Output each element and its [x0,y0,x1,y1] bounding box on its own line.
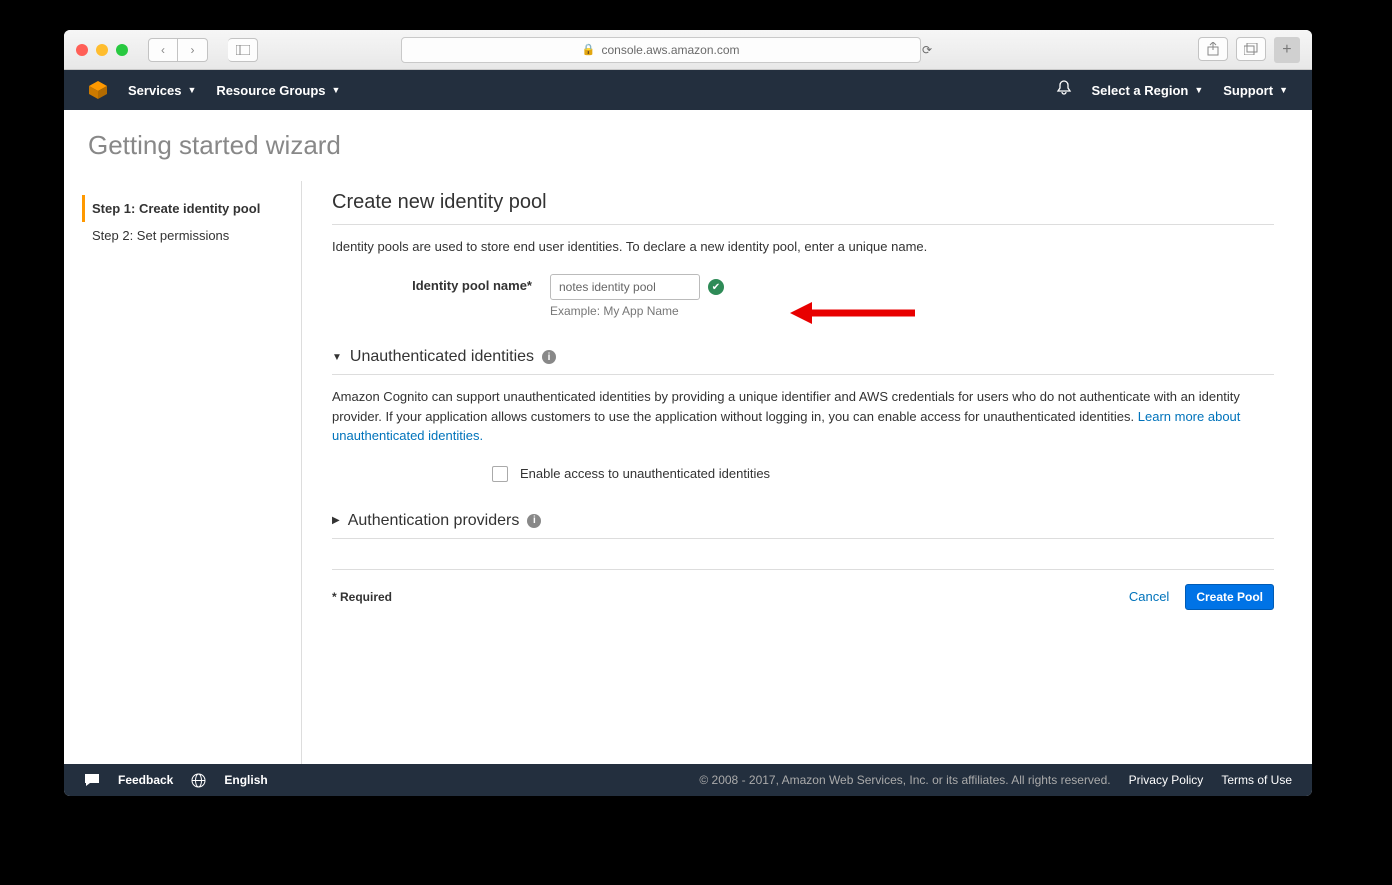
sidebar-toggle-button[interactable] [228,38,258,62]
aws-logo-icon[interactable] [88,80,108,100]
resource-groups-menu[interactable]: Resource Groups ▼ [216,83,340,98]
wizard-step-1[interactable]: Step 1: Create identity pool [82,195,301,222]
pool-name-input[interactable] [550,274,700,300]
browser-titlebar: ‹ › 🔒 console.aws.amazon.com ⟳ + [64,30,1312,70]
caret-down-icon: ▼ [1279,85,1288,95]
unauthenticated-header[interactable]: ▼ Unauthenticated identities i [332,348,1274,366]
caret-down-icon: ▼ [332,85,341,95]
globe-icon [191,773,206,788]
aws-topnav: Services ▼ Resource Groups ▼ Select a Re… [64,70,1312,110]
pool-name-example: Example: My App Name [550,304,1274,318]
auth-providers-header[interactable]: ▶ Authentication providers i [332,512,1274,530]
nav-buttons: ‹ › [148,38,208,62]
pool-name-label: Identity pool name* [332,274,532,293]
unauthenticated-section: ▼ Unauthenticated identities i Amazon Co… [332,348,1274,482]
unauthenticated-title: Unauthenticated identities [350,348,534,366]
terms-link[interactable]: Terms of Use [1221,773,1292,787]
minimize-window-button[interactable] [96,44,108,56]
back-button[interactable]: ‹ [148,38,178,62]
page-body: Step 1: Create identity pool Step 2: Set… [64,181,1312,764]
tabs-button[interactable] [1236,37,1266,61]
reload-icon[interactable]: ⟳ [922,43,932,57]
speech-bubble-icon [84,773,100,787]
divider [332,224,1274,225]
language-selector[interactable]: English [224,773,267,787]
cancel-button[interactable]: Cancel [1129,589,1169,604]
maximize-window-button[interactable] [116,44,128,56]
close-window-button[interactable] [76,44,88,56]
lock-icon: 🔒 [582,43,596,56]
share-button[interactable] [1198,37,1228,61]
support-label: Support [1223,83,1273,98]
titlebar-right: + [1198,37,1300,63]
support-menu[interactable]: Support ▼ [1223,83,1288,98]
auth-providers-title: Authentication providers [348,512,520,530]
caret-down-icon: ▼ [1194,85,1203,95]
action-row: * Required Cancel Create Pool [332,569,1274,610]
main-panel: Create new identity pool Identity pools … [302,181,1304,764]
intro-text: Identity pools are used to store end use… [332,239,1274,254]
sidebar-toggle-group [228,38,258,62]
caret-down-icon: ▼ [188,85,197,95]
services-menu[interactable]: Services ▼ [128,83,196,98]
triangle-right-icon: ▶ [332,515,340,526]
wizard-steps-sidebar: Step 1: Create identity pool Step 2: Set… [72,181,302,764]
url-text: console.aws.amazon.com [601,43,739,57]
wizard-step-2[interactable]: Step 2: Set permissions [82,222,301,249]
enable-unauth-row: Enable access to unauthenticated identit… [492,466,1274,482]
footer-bar: Feedback English © 2008 - 2017, Amazon W… [64,764,1312,796]
url-bar[interactable]: 🔒 console.aws.amazon.com ⟳ [401,37,921,63]
info-icon[interactable]: i [527,514,541,528]
window-controls [76,44,128,56]
browser-window: ‹ › 🔒 console.aws.amazon.com ⟳ + [64,30,1312,796]
services-label: Services [128,83,182,98]
create-pool-button[interactable]: Create Pool [1185,584,1274,610]
triangle-down-icon: ▼ [332,352,342,363]
new-tab-button[interactable]: + [1274,37,1300,63]
auth-providers-section: ▶ Authentication providers i [332,512,1274,539]
enable-unauth-checkbox[interactable] [492,466,508,482]
pool-name-row: Identity pool name* ✔ [332,274,1274,300]
required-note: * Required [332,590,392,604]
unauth-body-text: Amazon Cognito can support unauthenticat… [332,389,1240,424]
privacy-link[interactable]: Privacy Policy [1129,773,1204,787]
region-selector[interactable]: Select a Region ▼ [1092,83,1204,98]
info-icon[interactable]: i [542,350,556,364]
page-title: Getting started wizard [64,110,1312,181]
copyright-text: © 2008 - 2017, Amazon Web Services, Inc.… [699,773,1110,787]
main-heading: Create new identity pool [332,191,1274,214]
unauthenticated-body: Amazon Cognito can support unauthenticat… [332,374,1274,482]
region-label: Select a Region [1092,83,1189,98]
feedback-link[interactable]: Feedback [118,773,173,787]
notifications-icon[interactable] [1056,80,1072,100]
forward-button[interactable]: › [178,38,208,62]
resource-groups-label: Resource Groups [216,83,325,98]
enable-unauth-label: Enable access to unauthenticated identit… [520,466,770,481]
checkmark-icon: ✔ [708,279,724,295]
